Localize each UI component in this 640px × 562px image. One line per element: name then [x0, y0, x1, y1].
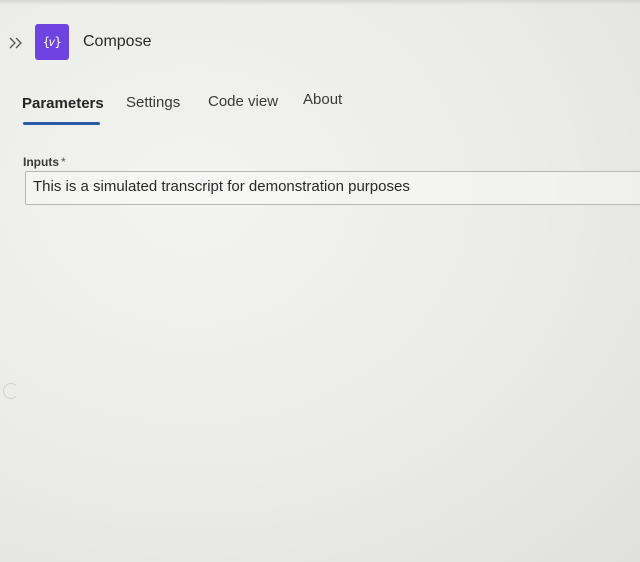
inputs-field-value: This is a simulated transcript for demon… [33, 178, 410, 195]
inputs-label-text: Inputs [23, 155, 59, 169]
tab-code-view[interactable]: Code view [208, 93, 278, 110]
tab-settings[interactable]: Settings [126, 94, 180, 111]
inputs-label: Inputs * [23, 155, 66, 169]
inputs-field[interactable]: This is a simulated transcript for demon… [25, 171, 640, 205]
action-title[interactable]: Compose [83, 33, 151, 51]
required-marker: * [61, 155, 66, 169]
active-tab-indicator [23, 122, 100, 125]
panel-top-edge [0, 0, 640, 5]
action-icon-glyph: {𝑣} [42, 34, 62, 49]
faint-arc-mark [3, 383, 19, 399]
tab-parameters[interactable]: Parameters [22, 95, 104, 112]
tab-about[interactable]: About [303, 91, 342, 108]
double-chevron-right-icon [9, 37, 22, 49]
expand-panel-button[interactable] [6, 33, 26, 53]
variable-braces-icon: {𝑣} [35, 24, 69, 60]
